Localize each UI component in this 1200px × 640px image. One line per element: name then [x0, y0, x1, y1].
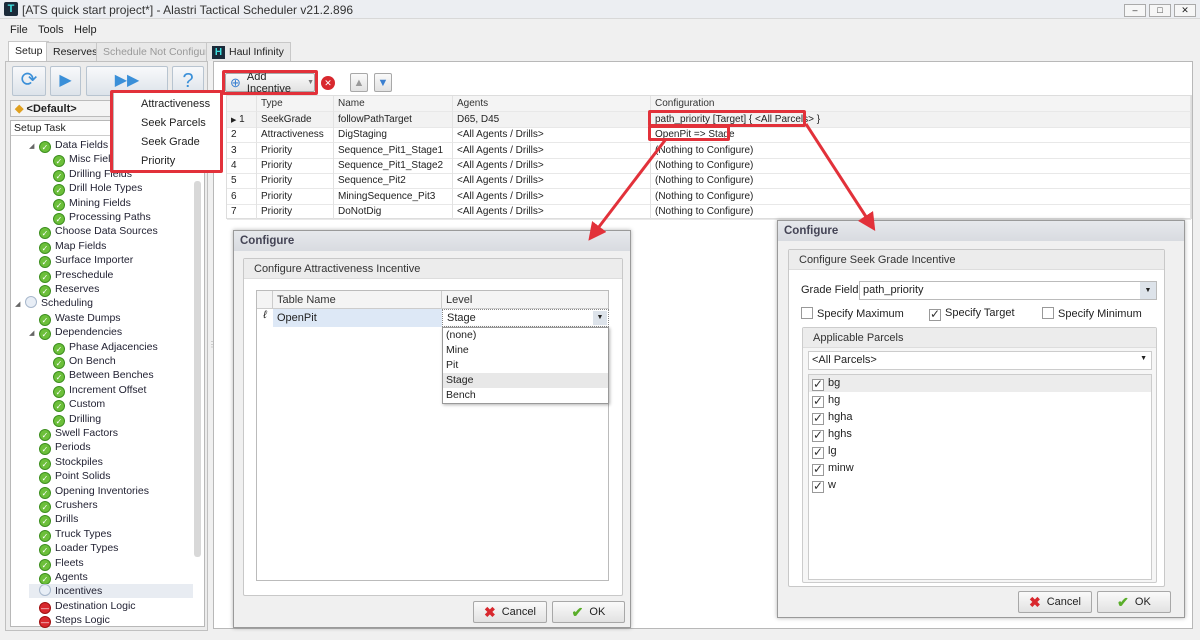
arrow-to-seek-grade-dialog	[804, 123, 876, 232]
annotation-arrows	[588, 123, 876, 241]
arrow-to-attractiveness-dialog	[588, 138, 668, 241]
